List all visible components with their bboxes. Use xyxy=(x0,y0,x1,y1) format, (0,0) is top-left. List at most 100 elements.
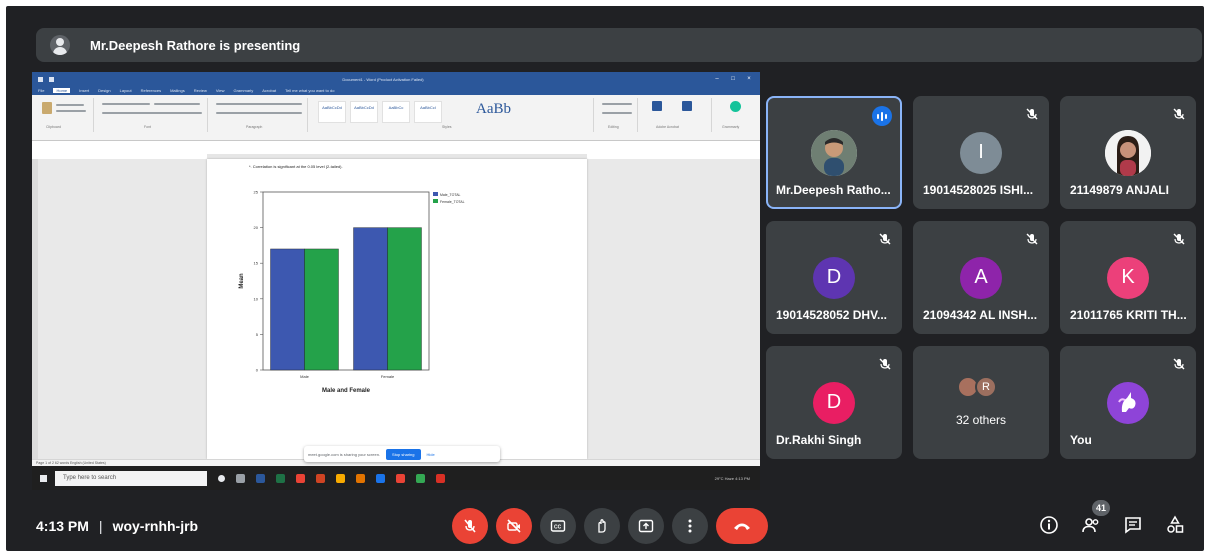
chat-icon xyxy=(1125,517,1141,534)
tile-participant[interactable]: I 19014528025 ISHI... xyxy=(913,96,1049,209)
menu-tab: Layout xyxy=(119,88,132,93)
menu-tab: Tell me what you want to do xyxy=(285,88,335,93)
tile-presenter[interactable]: Mr.Deepesh Ratho... xyxy=(766,96,902,209)
presenter-text: Mr.Deepesh Rathore is presenting xyxy=(90,37,301,53)
ribbon-clipboard: Clipboard xyxy=(36,98,94,132)
bar xyxy=(387,227,422,371)
hang-up-icon xyxy=(734,523,750,530)
shared-screen: Document1 - Word (Product Activation Fai… xyxy=(32,72,760,490)
chat-button[interactable] xyxy=(1120,512,1146,538)
word-app-icon xyxy=(256,473,265,483)
participant-name: Dr.Rakhi Singh xyxy=(776,433,862,447)
document-page: *. Correlation is significant at the 0.0… xyxy=(207,159,587,459)
style-normal: AaBbCcDd xyxy=(318,101,346,123)
captions-icon: CC xyxy=(550,520,566,532)
participant-photo xyxy=(1105,129,1151,176)
x-axis-label: Male and Female xyxy=(322,388,371,394)
ribbon-acrobat: Adobe Acrobat xyxy=(642,98,712,132)
separator: | xyxy=(98,518,103,534)
folder-app-icon xyxy=(336,473,345,483)
y-tick-label: 0 xyxy=(256,368,259,373)
system-tray: 29°C Haze 4:13 PM xyxy=(714,475,750,481)
chart-svg: 0 5 10 15 20 25 Male Female Male and Female Mean M… xyxy=(239,190,465,395)
leave-call-button[interactable] xyxy=(716,508,768,544)
participant-name: 19014528025 ISHI... xyxy=(923,183,1034,197)
menu-tab: View xyxy=(215,88,225,93)
maximize-icon: □ xyxy=(731,76,735,82)
x-tick-label: Male xyxy=(300,374,309,379)
menu-tab: Design xyxy=(98,88,111,93)
windows-start-icon xyxy=(40,474,47,482)
app-icon xyxy=(376,473,385,483)
participant-avatar: I xyxy=(960,131,1002,174)
ribbon-editing: Editing xyxy=(598,98,638,132)
more-options-button[interactable] xyxy=(672,508,708,544)
menu-tab: References xyxy=(140,88,162,93)
meeting-details-button[interactable] xyxy=(1036,512,1062,538)
y-tick-label: 25 xyxy=(254,190,259,195)
mic-off-icon xyxy=(1026,108,1038,120)
menu-tab: File xyxy=(38,88,45,93)
menu-tab-active: Home xyxy=(53,88,71,93)
captions-button[interactable]: CC xyxy=(540,508,576,544)
stop-sharing-button[interactable]: Stop sharing xyxy=(386,448,421,460)
tile-participant[interactable]: D Dr.Rakhi Singh xyxy=(766,346,902,459)
document-margin xyxy=(32,159,38,459)
present-button[interactable] xyxy=(628,508,664,544)
powerpoint-app-icon xyxy=(316,473,325,483)
present-icon xyxy=(638,519,654,533)
tile-self[interactable]: You xyxy=(1060,346,1196,459)
participant-name: You xyxy=(1070,433,1092,447)
y-tick-label: 5 xyxy=(256,332,259,337)
participant-name: 19014528052 DHV... xyxy=(776,308,887,322)
unicorn-icon xyxy=(1118,391,1136,412)
info-icon xyxy=(1040,516,1058,534)
mic-toggle-button[interactable] xyxy=(452,508,488,544)
menu-tab: Mailings xyxy=(170,88,185,93)
more-vert-icon xyxy=(688,519,692,533)
hand-icon xyxy=(598,519,606,533)
participant-name: Mr.Deepesh Ratho... xyxy=(776,183,891,197)
mic-off-icon xyxy=(1173,358,1185,370)
tile-participant[interactable]: A 21094342 AL INSH... xyxy=(913,221,1049,334)
raise-hand-button[interactable] xyxy=(584,508,620,544)
vlc-app-icon xyxy=(356,473,365,483)
menu-tab: Review xyxy=(193,88,207,93)
x-tick-label: Female xyxy=(381,374,395,379)
taskbar-search: Type here to search xyxy=(55,470,207,486)
participant-name: 21149879 ANJALI xyxy=(1070,183,1169,197)
mic-off-icon xyxy=(1026,233,1038,245)
camera-toggle-button[interactable] xyxy=(496,508,532,544)
excel-app-icon xyxy=(276,473,285,483)
tile-participant[interactable]: 21149879 ANJALI xyxy=(1060,96,1196,209)
save-icon xyxy=(38,76,43,82)
participant-name: 21094342 AL INSH... xyxy=(923,308,1038,322)
tile-participant[interactable]: K 21011765 KRITI TH... xyxy=(1060,221,1196,334)
share-notice-text: meet.google.com is sharing your screen. xyxy=(308,451,381,457)
hide-button[interactable]: Hide xyxy=(427,452,435,457)
svg-text:CC: CC xyxy=(554,525,562,531)
mic-off-icon xyxy=(464,519,476,533)
participant-avatar: K xyxy=(1107,256,1149,299)
activities-icon xyxy=(1167,515,1184,533)
word-window-title: Document1 - Word (Product Activation Fai… xyxy=(342,76,424,82)
close-icon: × xyxy=(747,76,751,82)
mic-off-icon xyxy=(1173,108,1185,120)
meeting-info: 4:13 PM | woy-rnhh-jrb xyxy=(36,518,198,534)
file-explorer-icon xyxy=(236,473,245,483)
menu-tab: Grammarly xyxy=(233,88,254,93)
chrome-app-icon xyxy=(296,473,305,483)
presenter-photo xyxy=(811,129,857,176)
tile-participant[interactable]: D 19014528052 DHV... xyxy=(766,221,902,334)
activities-button[interactable] xyxy=(1162,512,1188,538)
speaking-indicator-icon xyxy=(872,106,892,126)
correlation-note: *. Correlation is significant at the 0.0… xyxy=(249,164,343,169)
participant-avatar: D xyxy=(813,381,855,424)
minimize-icon: – xyxy=(715,76,719,82)
bar xyxy=(270,248,305,371)
ribbon-grammarly: Grammarly xyxy=(716,98,756,132)
app-icon xyxy=(396,473,405,483)
y-tick-label: 15 xyxy=(254,261,259,266)
tile-others[interactable]: R 32 others xyxy=(913,346,1049,459)
legend-swatch xyxy=(433,199,438,203)
